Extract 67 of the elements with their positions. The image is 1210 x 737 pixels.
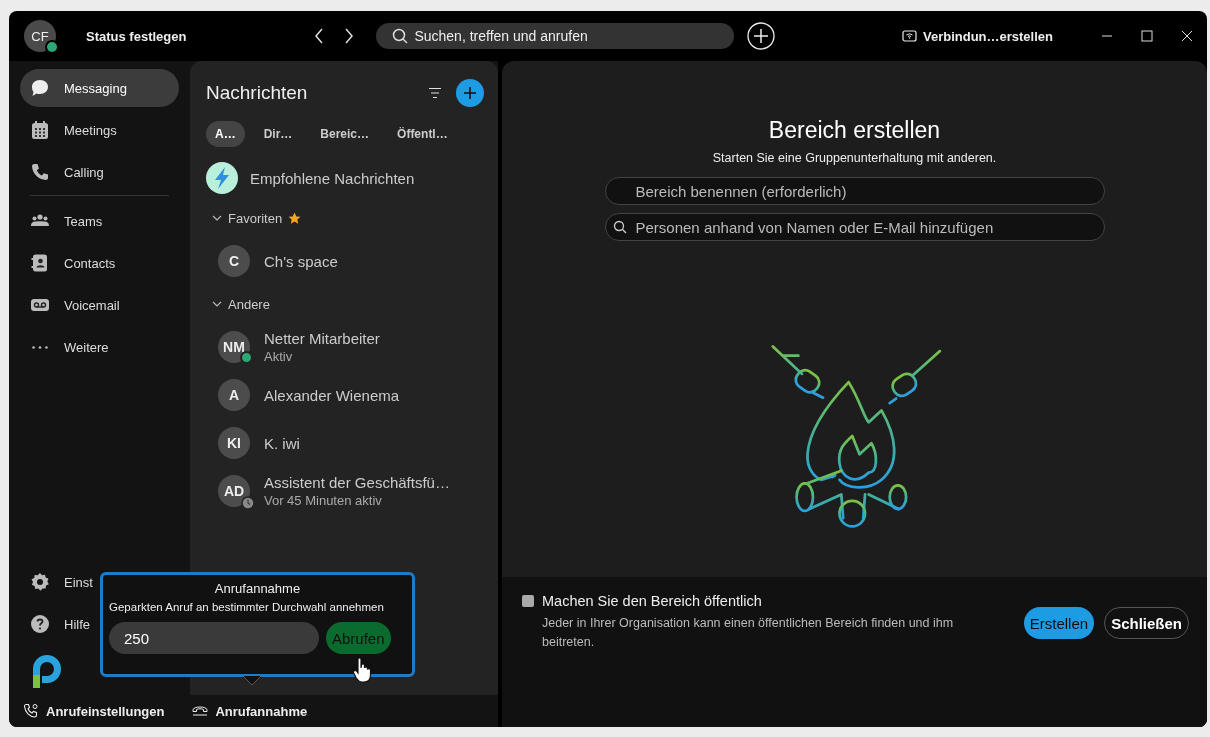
recommended-messages[interactable]: Empfohlene Nachrichten [250, 169, 415, 187]
conversation-item[interactable]: A Alexander Wienema [206, 371, 484, 419]
connection-button[interactable]: Verbindun…erstellen [901, 28, 1053, 44]
footer-button[interactable]: Anrufeinstellungen [23, 703, 165, 719]
chat-bubble-icon [30, 78, 50, 98]
more-icon [32, 345, 48, 349]
filter-tab[interactable]: Dir… [254, 121, 302, 147]
contact-avatar: C [218, 245, 250, 277]
search-field[interactable]: Suchen, treffen und anrufen [376, 23, 735, 49]
conversation-item[interactable]: KI K. iwi [206, 419, 484, 467]
footer-button[interactable]: Anrufannahme [192, 703, 308, 719]
nav-item[interactable]: Meetings [20, 111, 179, 149]
filter-tab[interactable]: Öffentl… [388, 121, 457, 147]
conversation-item[interactable]: C Ch's space [206, 237, 484, 285]
contact-avatar: KI [218, 427, 250, 459]
back-icon[interactable] [314, 28, 325, 44]
nav-item[interactable]: Weitere [20, 328, 179, 366]
create-button[interactable]: Erstellen [1023, 607, 1095, 639]
filter-tab[interactable]: A… [206, 121, 245, 147]
phone-icon [30, 162, 50, 182]
extension-field[interactable]: 250 [109, 622, 319, 654]
nav-item[interactable]: Einst [20, 563, 179, 601]
conversation-item[interactable]: AD Assistent der Geschäftsfü… Vor 45 Minuten aktiv [206, 467, 484, 515]
conversation-item[interactable]: NM Netter Mitarbeiter Aktiv [206, 323, 484, 371]
search-icon [612, 220, 627, 234]
close-icon[interactable] [1181, 30, 1193, 42]
checkbox-label: Machen Sie den Bereich öffentlich [542, 593, 763, 609]
section-header: Andere [228, 296, 270, 312]
popup-title: Anrufannahme [214, 581, 301, 596]
dialog-title: Bereich erstellen [768, 117, 941, 144]
phone-handset-icon [192, 705, 209, 717]
maximize-icon[interactable] [1141, 30, 1153, 42]
nav-item[interactable]: Calling [20, 153, 179, 191]
calendar-icon [30, 120, 50, 140]
dialog-subtitle: Starten Sie eine Gruppenunterhaltung mit anderen. [712, 151, 997, 165]
status-link[interactable]: Status festlegen [86, 28, 187, 44]
checkbox-description: Jeder in Ihrer Organisation kann einen öffentlichen Bereich finden und ihm beitreten. [542, 615, 955, 651]
search-icon [392, 28, 409, 44]
filter-tab[interactable]: Bereic… [311, 121, 379, 147]
chevron-icon[interactable] [212, 299, 222, 309]
chevron-icon[interactable] [212, 213, 222, 223]
phone-gear-icon [23, 703, 39, 719]
people-search-field[interactable]: Personen anhand von Namen oder E-Mail hinzufügen [604, 213, 1105, 241]
contact-avatar: AD [218, 475, 250, 507]
contact-card-icon [30, 253, 50, 273]
nav-item[interactable]: Voicemail [20, 286, 179, 324]
space-name-field[interactable]: Bereich benennen (erforderlich) [604, 177, 1105, 205]
help-icon [30, 614, 50, 634]
nav-item[interactable]: Messaging [20, 69, 179, 107]
presence-dot [45, 40, 59, 54]
logo-icon [30, 653, 62, 689]
settings-icon [30, 572, 50, 592]
contact-avatar: NM [218, 331, 250, 363]
nav-item[interactable]: Teams [20, 202, 179, 240]
user-avatar[interactable]: CF [24, 20, 56, 52]
checkbox[interactable] [522, 595, 534, 607]
close-dialog-button[interactable]: Schließen [1104, 607, 1189, 639]
section-header: Favoriten [228, 210, 283, 226]
forward-icon[interactable] [344, 28, 355, 44]
panel-title: Nachrichten [206, 82, 309, 104]
wifi-screen-icon [901, 30, 917, 42]
lightning-icon [206, 162, 238, 194]
nav-item[interactable]: Contacts [20, 244, 179, 282]
popup-description: Geparkten Anruf an bestimmter Durchwahl annehmen [109, 601, 384, 613]
filter-icon[interactable] [428, 87, 442, 99]
contact-avatar: A [218, 379, 250, 411]
add-icon[interactable] [747, 22, 776, 50]
